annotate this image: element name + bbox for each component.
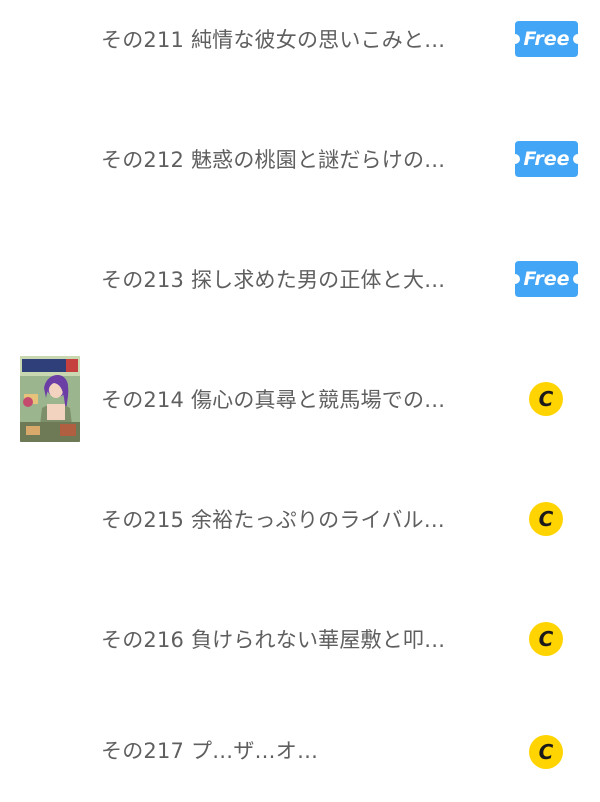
episode-row-213[interactable]: その213 探し求めた男の正体と大… Free	[0, 229, 600, 329]
coin-c-icon: C	[529, 735, 563, 769]
episode-row-214[interactable]: その214 傷心の真尋と競馬場での… C	[0, 349, 600, 449]
episode-row-212[interactable]: その212 魅惑の桃園と謎だらけの… Free	[0, 109, 600, 209]
episode-row-216[interactable]: その216 負けられない華屋敷と叩… C	[0, 589, 600, 689]
coin-badge-label: C	[538, 387, 554, 411]
coin-c-icon: C	[529, 502, 563, 536]
free-ticket-icon: Free	[515, 21, 578, 57]
free-ticket-icon: Free	[515, 261, 578, 297]
episode-thumbnail	[20, 356, 80, 442]
coin-badge-label: C	[538, 740, 554, 764]
episode-title: その216 負けられない華屋敷と叩…	[101, 628, 446, 652]
episode-title: その215 余裕たっぷりのライバル…	[101, 508, 445, 532]
episode-title: その213 探し求めた男の正体と大…	[101, 268, 446, 292]
episode-title: その212 魅惑の桃園と謎だらけの…	[101, 148, 446, 172]
coin-c-icon: C	[529, 382, 563, 416]
free-badge-label: Free	[523, 148, 570, 170]
free-ticket-icon: Free	[515, 141, 578, 177]
episode-row-215[interactable]: その215 余裕たっぷりのライバル… C	[0, 469, 600, 569]
coin-badge-label: C	[538, 627, 554, 651]
free-badge-label: Free	[523, 268, 570, 290]
episode-title: その211 純情な彼女の思いこみと…	[101, 28, 446, 52]
episode-row-217[interactable]: その217 プ…ザ…オ… C	[0, 702, 600, 802]
coin-c-icon: C	[529, 622, 563, 656]
episode-row-211[interactable]: その211 純情な彼女の思いこみと… Free	[0, 0, 600, 89]
episode-title: その214 傷心の真尋と競馬場での…	[101, 388, 446, 412]
episode-title: その217 プ…ザ…オ…	[101, 739, 319, 763]
coin-badge-label: C	[538, 507, 554, 531]
free-badge-label: Free	[523, 28, 570, 50]
